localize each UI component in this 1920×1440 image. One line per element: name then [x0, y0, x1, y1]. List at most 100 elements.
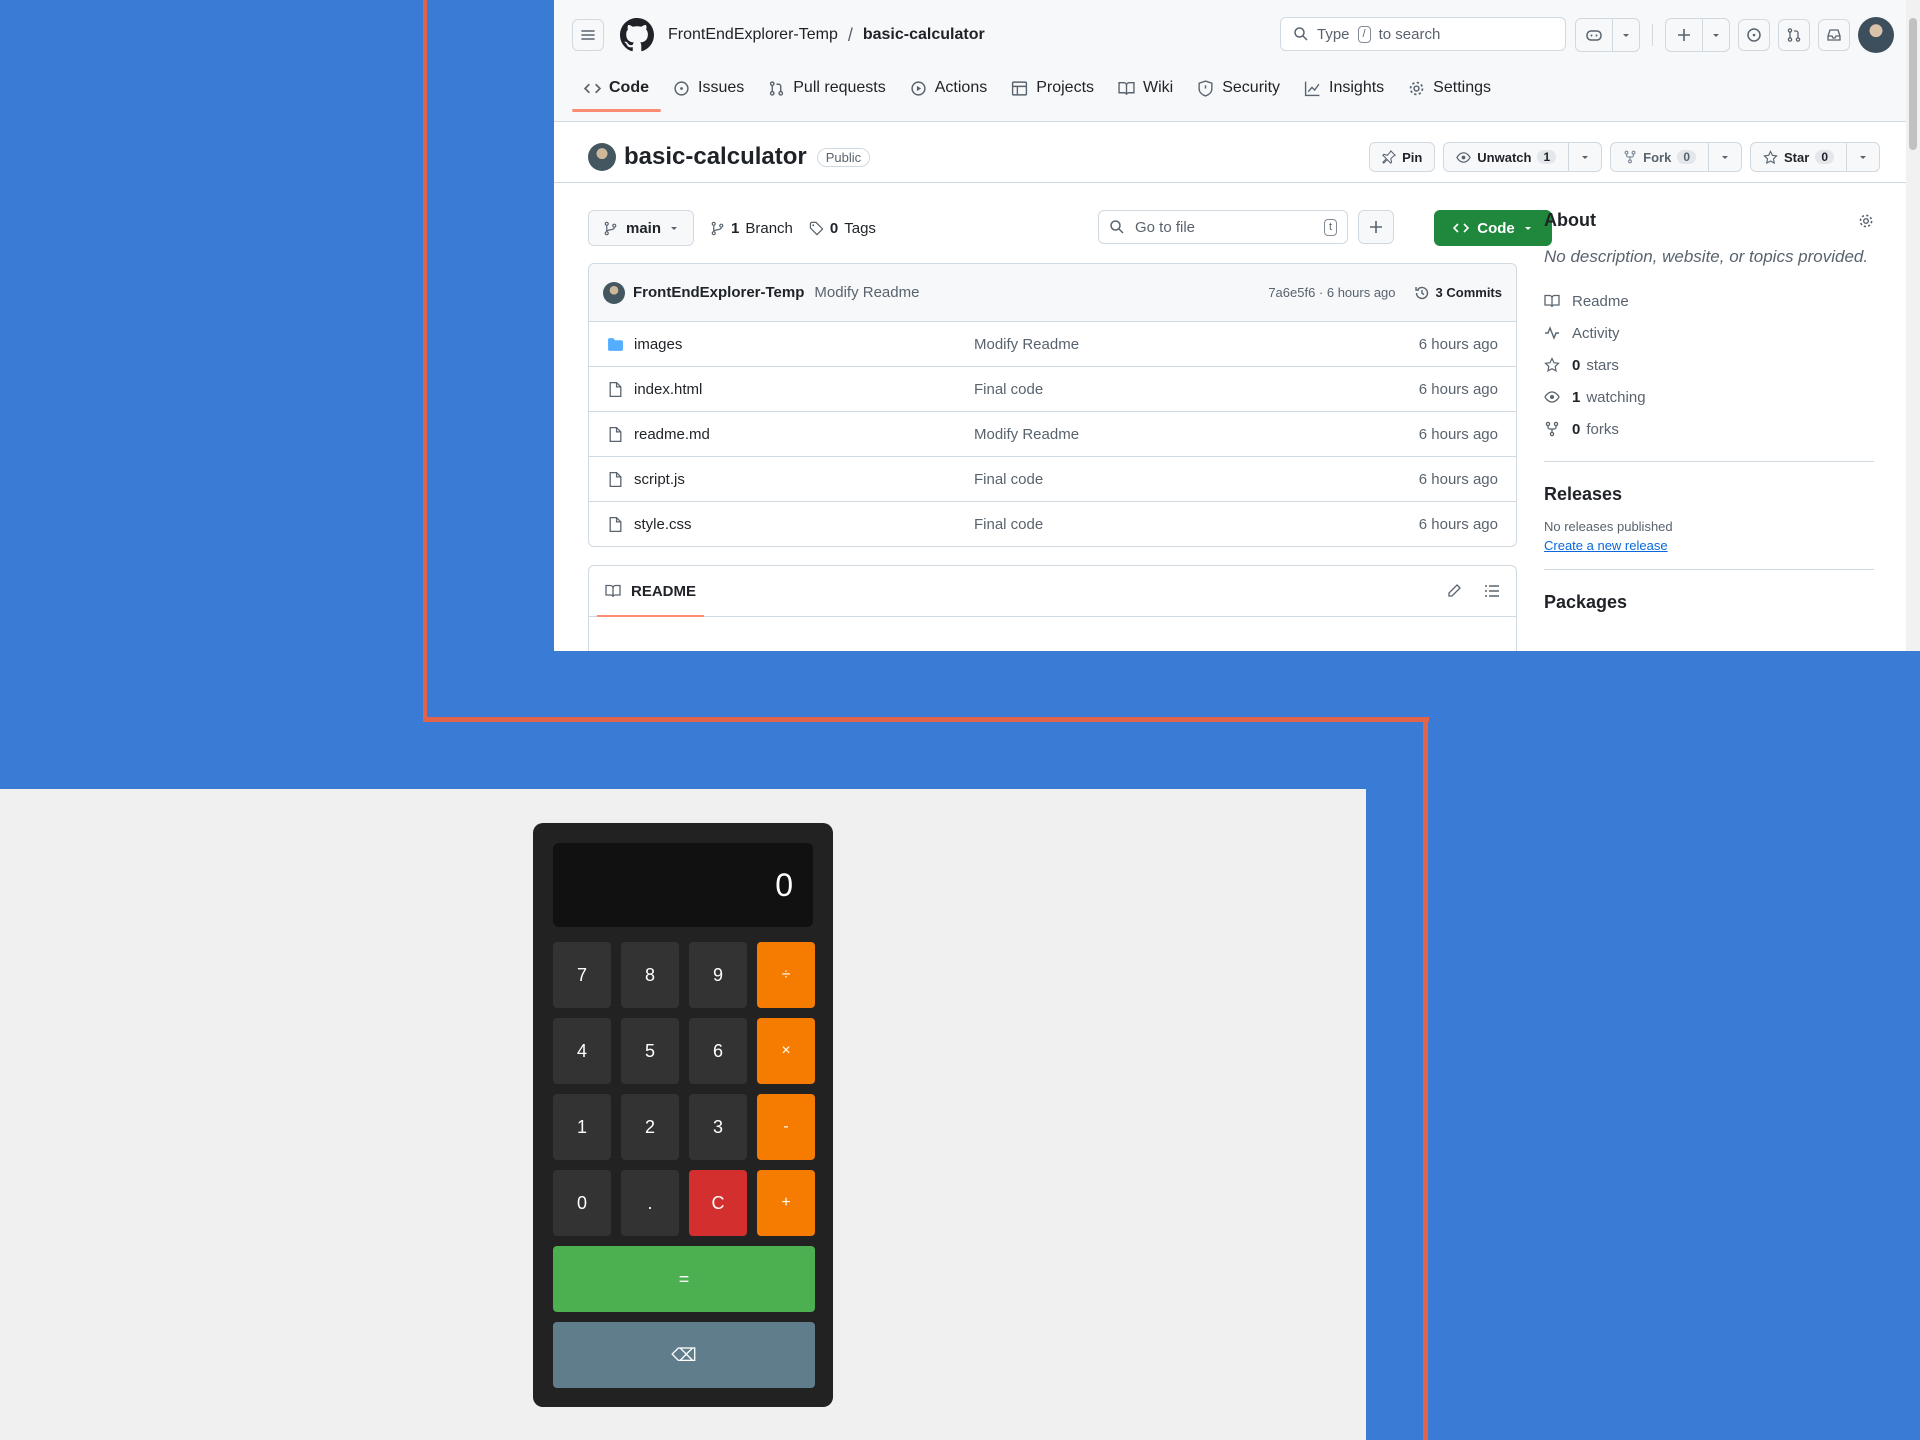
about-sidebar: About No description, website, or topics… [1544, 210, 1874, 613]
add-file-button[interactable] [1358, 210, 1394, 244]
calc-key[interactable]: × [757, 1018, 815, 1084]
page-scrollbar[interactable] [1906, 0, 1920, 651]
about-item-forks[interactable]: 0 forks [1544, 413, 1874, 445]
file-commit-message[interactable]: Modify Readme [974, 336, 1274, 353]
tab-code[interactable]: Code [572, 66, 661, 112]
breadcrumb-owner[interactable]: FrontEndExplorer-Temp [668, 26, 838, 44]
tab-issues[interactable]: Issues [661, 66, 756, 110]
breadcrumb: FrontEndExplorer-Temp / basic-calculator [668, 25, 985, 46]
header-divider [1652, 24, 1653, 46]
tags-link[interactable]: 0 Tags [809, 220, 876, 237]
releases-heading[interactable]: Releases [1544, 484, 1874, 505]
readme-panel: README [588, 565, 1517, 651]
calc-key[interactable]: + [757, 1170, 815, 1236]
calc-key[interactable]: 6 [689, 1018, 747, 1084]
fork-counter: 0 [1677, 150, 1697, 164]
file-age: 6 hours ago [1418, 335, 1498, 353]
file-name[interactable]: index.html [634, 381, 974, 398]
tab-label: Wiki [1143, 79, 1174, 96]
search-input[interactable]: Type / to search [1280, 17, 1566, 51]
tab-security[interactable]: Security [1185, 66, 1292, 110]
tags-label: Tags [844, 219, 876, 237]
calc-key[interactable]: . [621, 1170, 679, 1236]
issues-shortcut-button[interactable] [1738, 19, 1770, 51]
pencil-icon[interactable] [1446, 583, 1462, 599]
tab-label: Issues [698, 79, 745, 96]
file-name[interactable]: script.js [634, 471, 974, 488]
commit-hash-time[interactable]: 7a6e5f6 · 6 hours ago [1268, 285, 1395, 300]
unwatch-button[interactable]: Unwatch 1 [1443, 142, 1603, 172]
commit-author[interactable]: FrontEndExplorer-Temp [633, 284, 804, 301]
calc-key[interactable]: 1 [553, 1094, 611, 1160]
tab-label: Actions [934, 79, 988, 96]
file-name[interactable]: readme.md [634, 426, 974, 443]
backspace-button[interactable]: ⌫ [553, 1322, 815, 1388]
about-item-label: watching [1586, 388, 1646, 406]
calc-key[interactable]: 3 [689, 1094, 747, 1160]
readme-tab[interactable]: README [596, 566, 705, 617]
tab-label: Security [1222, 79, 1281, 96]
fork-button[interactable]: Fork 0 [1610, 142, 1743, 172]
calc-key[interactable]: - [757, 1094, 815, 1160]
branches-link[interactable]: 1 Branch [710, 220, 793, 237]
create-release-link[interactable]: Create a new release [1544, 538, 1874, 553]
file-name[interactable]: images [634, 336, 974, 353]
about-item-readme[interactable]: Readme [1544, 285, 1874, 317]
search-shortcut-key: / [1357, 25, 1371, 43]
file-commit-message[interactable]: Modify Readme [974, 426, 1274, 443]
create-new-button[interactable] [1665, 18, 1730, 52]
about-item-count: 0 [1572, 420, 1581, 438]
copilot-icon [1586, 30, 1602, 41]
calc-key[interactable]: 8 [621, 942, 679, 1008]
pin-button[interactable]: Pin [1369, 142, 1436, 172]
tab-pull-requests[interactable]: Pull requests [756, 66, 898, 110]
breadcrumb-repo[interactable]: basic-calculator [863, 26, 985, 44]
commits-link[interactable]: 3 Commits [1414, 285, 1502, 301]
calc-key[interactable]: 7 [553, 942, 611, 1008]
calc-key[interactable]: 5 [621, 1018, 679, 1084]
tab-projects[interactable]: Projects [999, 66, 1106, 110]
gear-icon[interactable] [1858, 213, 1874, 229]
tab-insights[interactable]: Insights [1292, 66, 1396, 110]
code-button-label: Code [1477, 219, 1515, 237]
calc-key[interactable]: 0 [553, 1170, 611, 1236]
about-item-activity[interactable]: Activity [1544, 317, 1874, 349]
packages-heading[interactable]: Packages [1544, 592, 1874, 613]
commit-message[interactable]: Modify Readme [814, 284, 919, 301]
file-commit-message[interactable]: Final code [974, 516, 1274, 533]
calc-key[interactable]: 4 [553, 1018, 611, 1084]
user-avatar[interactable] [1858, 17, 1894, 53]
github-logo-icon[interactable] [620, 18, 654, 52]
code-dropdown-button[interactable]: Code [1434, 210, 1552, 246]
pulse-icon [1545, 326, 1559, 340]
commit-author-avatar[interactable] [603, 281, 625, 304]
calc-key[interactable]: 2 [621, 1094, 679, 1160]
file-name[interactable]: style.css [634, 516, 974, 533]
repo-name[interactable]: basic-calculator [624, 143, 807, 171]
hamburger-icon [581, 30, 595, 40]
tab-settings[interactable]: Settings [1396, 66, 1503, 110]
about-item-stars[interactable]: 0 stars [1544, 349, 1874, 381]
calc-key[interactable]: C [689, 1170, 747, 1236]
inbox-button[interactable] [1818, 19, 1850, 51]
menu-button[interactable] [572, 19, 604, 51]
tab-actions[interactable]: Actions [898, 66, 999, 110]
scrollbar-thumb[interactable] [1909, 18, 1917, 150]
go-to-file-input[interactable]: Go to file t [1098, 210, 1348, 244]
list-icon[interactable] [1484, 583, 1500, 599]
pull-requests-shortcut-button[interactable] [1778, 19, 1810, 51]
calc-key[interactable]: 9 [689, 942, 747, 1008]
repo-owner-avatar[interactable] [588, 143, 616, 171]
book-icon [1118, 81, 1135, 95]
tab-wiki[interactable]: Wiki [1106, 66, 1185, 110]
github-header: FrontEndExplorer-Temp / basic-calculator… [554, 0, 1920, 122]
branch-selector[interactable]: main [588, 210, 695, 246]
copilot-button[interactable] [1575, 18, 1640, 52]
star-button[interactable]: Star 0 [1750, 142, 1880, 172]
equals-button[interactable]: = [553, 1246, 815, 1312]
about-item-watching[interactable]: 1 watching [1544, 381, 1874, 413]
chevron-down-icon [1582, 156, 1589, 159]
file-commit-message[interactable]: Final code [974, 381, 1274, 398]
calc-key[interactable]: ÷ [757, 942, 815, 1008]
file-commit-message[interactable]: Final code [974, 471, 1274, 488]
